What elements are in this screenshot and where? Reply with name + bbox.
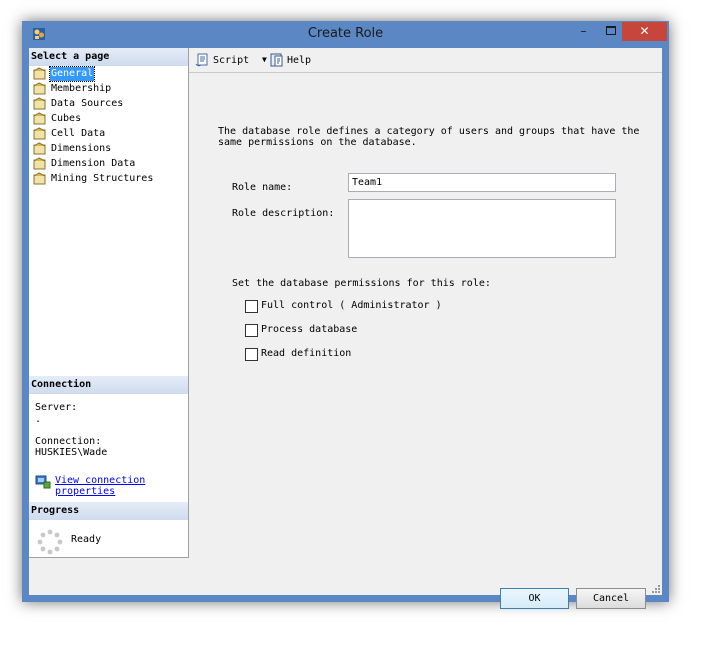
sidebar-item-label: Cubes [51,113,82,124]
server-value: . [35,414,42,425]
connection-value: HUSKIES\Wade [35,447,108,458]
read-definition-checkbox[interactable] [245,348,258,361]
role-name-input[interactable] [348,173,616,192]
role-description-text: The database role defines a category of … [218,126,640,148]
role-description-label: Role description: [232,208,335,219]
page-icon [33,97,46,110]
script-label: Script [213,55,250,66]
ok-button[interactable]: OK [500,588,569,609]
sidebar-item-label: Mining Structures [51,173,154,184]
process-database-checkbox[interactable] [245,324,258,337]
progress-status: Ready [71,534,102,545]
help-icon [270,53,283,67]
page-icon [33,67,46,80]
page-icon [33,142,46,155]
maximize-icon [605,25,616,35]
sidebar-item-label: Data Sources [51,98,124,109]
create-role-window: Create Role – ✕ Select a page General Me… [22,21,669,609]
sidebar-item-label: Cell Data [51,128,106,139]
resize-grip-icon[interactable] [651,584,661,594]
sidebar-item-label: Dimensions [51,143,112,154]
sidebar-item-label: General [48,66,96,82]
select-page-header: Select a page [29,48,188,66]
page-icon [33,127,46,140]
connection-header: Connection [29,376,188,394]
progress-header: Progress [29,502,188,520]
sidebar-item-label: Membership [51,83,112,94]
left-pane: Select a page General Membership Data So… [29,48,189,558]
view-connection-link-text[interactable]: View connection properties [55,475,155,497]
cancel-button[interactable]: Cancel [576,588,646,609]
chevron-down-icon[interactable]: ▼ [262,55,267,64]
role-description-input[interactable] [348,199,616,258]
connection-properties-icon [35,475,51,489]
sidebar-item-label: Dimension Data [51,158,136,169]
read-definition-label: Read definition [261,348,352,359]
close-button[interactable]: ✕ [622,22,667,41]
progress-spinner-icon [37,529,63,555]
role-name-label: Role name: [232,182,293,193]
page-icon [33,82,46,95]
page-icon [33,172,46,185]
server-label: Server: [35,402,78,413]
full-control-label: Full control ( Administrator ) [261,300,442,311]
toolbar: Script ▼ Help [189,48,662,73]
title-bar[interactable]: Create Role – ✕ [22,21,669,48]
full-control-checkbox[interactable] [245,300,258,313]
maximize-button[interactable] [597,22,624,41]
minimize-button[interactable]: – [570,22,597,41]
page-icon [33,157,46,170]
process-database-label: Process database [261,324,358,335]
connection-label: Connection: [35,436,102,447]
script-icon [195,53,208,67]
dialog-client: Select a page General Membership Data So… [29,48,662,609]
help-label: Help [287,55,312,66]
permissions-heading: Set the database permissions for this ro… [232,278,491,289]
page-icon [33,112,46,125]
